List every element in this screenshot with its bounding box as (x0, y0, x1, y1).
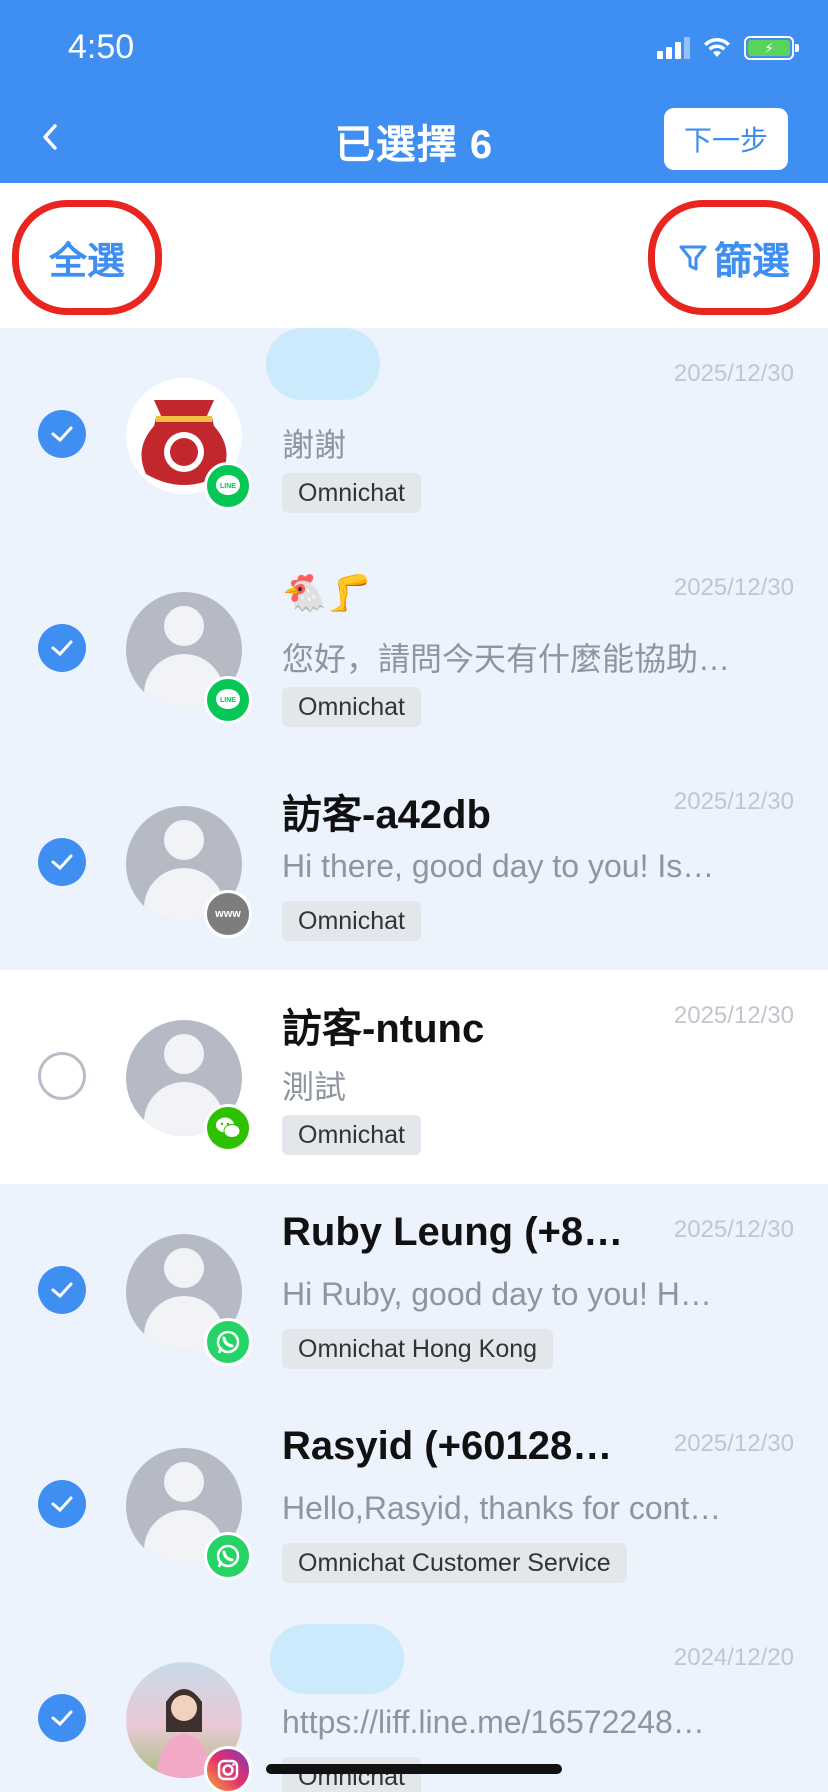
checkbox-checked[interactable] (38, 1266, 86, 1314)
conversation-date: 2025/12/30 (673, 360, 794, 387)
conversation-name: Ruby Leung (+8… (282, 1210, 624, 1254)
checkmark-icon (51, 1282, 73, 1299)
checkmark-icon (51, 640, 73, 657)
conversation-date: 2025/12/30 (673, 1002, 794, 1029)
last-message: https://liff.line.me/16572248… (282, 1704, 705, 1740)
whatsapp-icon (204, 1318, 252, 1366)
redacted-name (266, 328, 380, 400)
next-step-button[interactable]: 下一步 (664, 108, 788, 170)
channel-tag: Omnichat (282, 473, 421, 513)
checkmark-icon (51, 854, 73, 871)
redacted-name (270, 1624, 404, 1694)
line-icon: LINE (204, 462, 252, 510)
conversation-date: 2025/12/30 (673, 574, 794, 601)
svg-text:LINE: LINE (220, 483, 236, 490)
channel-tag: Omnichat Customer Service (282, 1543, 627, 1583)
svg-text:LINE: LINE (220, 697, 236, 704)
checkbox-checked[interactable] (38, 838, 86, 886)
web-icon: www (204, 890, 252, 938)
conversation-row[interactable]: LINE 🐔🦵 2025/12/30 您好，請問今天有什麼能協助… Omnich… (0, 542, 828, 756)
whatsapp-icon (204, 1532, 252, 1580)
conversation-name: 訪客-ntunc (282, 1007, 485, 1051)
battery-icon: ⚡ (744, 36, 799, 60)
conversation-row[interactable]: 訪客-ntunc 2025/12/30 測試 Omnichat (0, 970, 828, 1184)
channel-tag: Omnichat Hong Kong (282, 1329, 554, 1369)
cellular-signal-icon (657, 37, 690, 59)
home-indicator[interactable] (266, 1764, 562, 1774)
wifi-icon (704, 37, 730, 57)
instagram-icon (204, 1746, 252, 1792)
conversation-row[interactable]: www 訪客-a42db 2025/12/30 Hi there, good d… (0, 756, 828, 970)
conversation-row[interactable]: Ruby Leung (+8… 2025/12/30 Hi Ruby, good… (0, 1184, 828, 1398)
conversation-date: 2024/12/20 (673, 1644, 794, 1671)
conversation-date: 2025/12/30 (673, 1430, 794, 1457)
select-all-label: 全選 (48, 241, 125, 283)
checkbox-unchecked[interactable] (38, 1052, 86, 1100)
checkbox-checked[interactable] (38, 1480, 86, 1528)
conversation-name: Rasyid (+60128… (282, 1424, 613, 1468)
select-all-button[interactable]: 全選 (12, 200, 162, 315)
conversation-date: 2025/12/30 (673, 788, 794, 815)
channel-tag: Omnichat (282, 1757, 421, 1792)
checkbox-checked[interactable] (38, 1694, 86, 1742)
filter-label: 篩選 (713, 241, 790, 283)
channel-tag: Omnichat (282, 687, 421, 727)
last-message: Hi Ruby, good day to you! H… (282, 1276, 712, 1312)
checkmark-icon (51, 1710, 73, 1727)
line-icon: LINE (204, 676, 252, 724)
checkmark-icon (51, 426, 73, 443)
conversation-row[interactable]: LINE 2025/12/30 謝謝 Omnichat (0, 328, 828, 542)
filter-icon (679, 245, 707, 270)
conversation-list: LINE 2025/12/30 謝謝 Omnichat LINE 🐔🦵 2025… (0, 328, 828, 1792)
channel-tag: Omnichat (282, 901, 421, 941)
channel-tag: Omnichat (282, 1115, 421, 1155)
conversation-name: 訪客-a42db (282, 793, 491, 837)
filter-button[interactable]: 篩選 (648, 200, 820, 315)
last-message: 謝謝 (282, 427, 347, 463)
checkbox-checked[interactable] (38, 410, 86, 458)
checkbox-checked[interactable] (38, 624, 86, 672)
status-time: 4:50 (68, 28, 135, 66)
last-message: Hi there, good day to you! Is… (282, 848, 715, 884)
app-header: 4:50 ⚡ 已選擇 6 下一步 (0, 0, 828, 183)
conversation-name: 🐔🦵 (282, 572, 372, 613)
selection-toolbar: 全選 篩選 (0, 183, 828, 328)
last-message: 測試 (282, 1069, 347, 1105)
last-message: 您好，請問今天有什麼能協助… (282, 641, 731, 677)
conversation-row[interactable]: Rasyid (+60128… 2025/12/30 Hello,Rasyid,… (0, 1398, 828, 1612)
checkmark-icon (51, 1496, 73, 1513)
last-message: Hello,Rasyid, thanks for cont… (282, 1490, 722, 1526)
conversation-date: 2025/12/30 (673, 1216, 794, 1243)
wechat-icon (204, 1104, 252, 1152)
status-icons: ⚡ (657, 36, 799, 60)
